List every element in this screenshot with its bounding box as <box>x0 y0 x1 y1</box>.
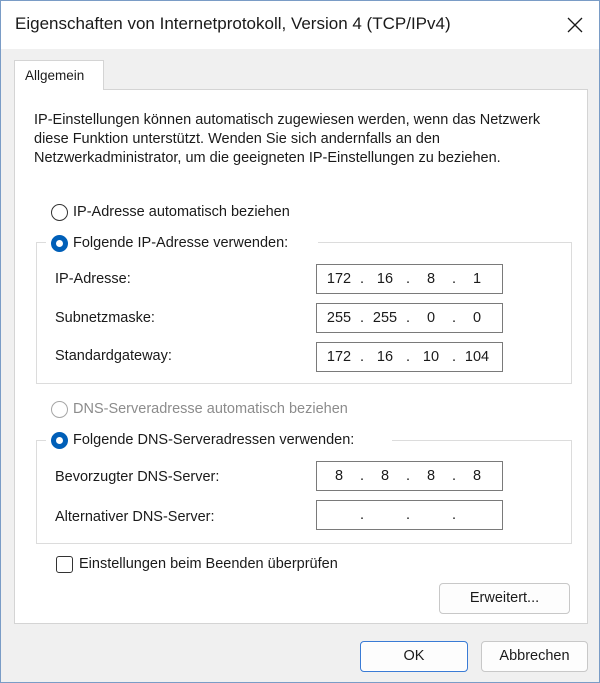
advanced-button[interactable]: Erweitert... <box>439 583 570 614</box>
dns-auto-radio[interactable] <box>51 401 68 418</box>
close-button[interactable] <box>551 1 599 49</box>
octet-separator: . <box>451 349 457 365</box>
octet-4: 8 <box>472 468 482 484</box>
subnet-mask-label: Subnetzmaske: <box>55 310 155 326</box>
title-bar: Eigenschaften von Internetprotokoll, Ver… <box>1 1 599 49</box>
subnet-mask-input[interactable]: 255 . 255 . 0 . 0 <box>316 303 503 333</box>
octet-1: 172 <box>326 271 352 287</box>
octet-separator: . <box>405 507 411 523</box>
ok-button[interactable]: OK <box>360 641 468 672</box>
dns-manual-label[interactable]: Folgende DNS-Serveradressen verwenden: <box>73 432 354 448</box>
octet-separator: . <box>451 468 457 484</box>
alternate-dns-input[interactable]: . . . <box>316 500 503 530</box>
preferred-dns-input[interactable]: 8 . 8 . 8 . 8 <box>316 461 503 491</box>
octet-1: 8 <box>334 468 344 484</box>
octet-separator: . <box>405 271 411 287</box>
octet-3: 8 <box>426 468 436 484</box>
alternate-dns-label: Alternativer DNS-Server: <box>55 509 215 525</box>
ip-manual-radio[interactable] <box>51 235 68 252</box>
validate-label[interactable]: Einstellungen beim Beenden überprüfen <box>79 556 338 572</box>
window-title: Eigenschaften von Internetprotokoll, Ver… <box>15 14 451 33</box>
octet-4: 104 <box>464 349 490 365</box>
octet-separator: . <box>451 271 457 287</box>
default-gateway-label: Standardgateway: <box>55 348 172 364</box>
octet-separator: . <box>359 468 365 484</box>
dialog-window: Eigenschaften von Internetprotokoll, Ver… <box>0 0 600 683</box>
close-icon <box>567 17 583 33</box>
octet-separator: . <box>451 310 457 326</box>
octet-4: 1 <box>472 271 482 287</box>
octet-2: 255 <box>372 310 398 326</box>
octet-separator: . <box>405 468 411 484</box>
tab-label: Allgemein <box>25 68 85 83</box>
preferred-dns-label: Bevorzugter DNS-Server: <box>55 469 220 485</box>
octet-3: 8 <box>426 271 436 287</box>
octet-2: 16 <box>376 271 394 287</box>
ip-auto-label[interactable]: IP-Adresse automatisch beziehen <box>73 204 290 220</box>
octet-separator: . <box>359 507 365 523</box>
octet-separator: . <box>405 310 411 326</box>
tab-panel: IP-Einstellungen können automatisch zuge… <box>14 89 588 624</box>
octet-separator: . <box>359 310 365 326</box>
octet-2: 16 <box>376 349 394 365</box>
cancel-button[interactable]: Abbrechen <box>481 641 588 672</box>
octet-separator: . <box>405 349 411 365</box>
ip-address-label: IP-Adresse: <box>55 271 131 287</box>
octet-4: 0 <box>472 310 482 326</box>
octet-3: 10 <box>422 349 440 365</box>
validate-checkbox[interactable] <box>56 556 73 573</box>
octet-separator: . <box>359 349 365 365</box>
octet-separator: . <box>451 507 457 523</box>
octet-separator: . <box>359 271 365 287</box>
dns-manual-radio[interactable] <box>51 432 68 449</box>
octet-3: 0 <box>426 310 436 326</box>
default-gateway-input[interactable]: 172 . 16 . 10 . 104 <box>316 342 503 372</box>
octet-1: 172 <box>326 349 352 365</box>
dns-auto-label[interactable]: DNS-Serveradresse automatisch beziehen <box>73 401 348 417</box>
ip-address-input[interactable]: 172 . 16 . 8 . 1 <box>316 264 503 294</box>
ip-manual-label[interactable]: Folgende IP-Adresse verwenden: <box>73 235 288 251</box>
description-text: IP-Einstellungen können automatisch zuge… <box>34 112 541 166</box>
octet-2: 8 <box>380 468 390 484</box>
tab-allgemein[interactable]: Allgemein <box>14 60 104 90</box>
ip-auto-radio[interactable] <box>51 204 68 221</box>
octet-1: 255 <box>326 310 352 326</box>
